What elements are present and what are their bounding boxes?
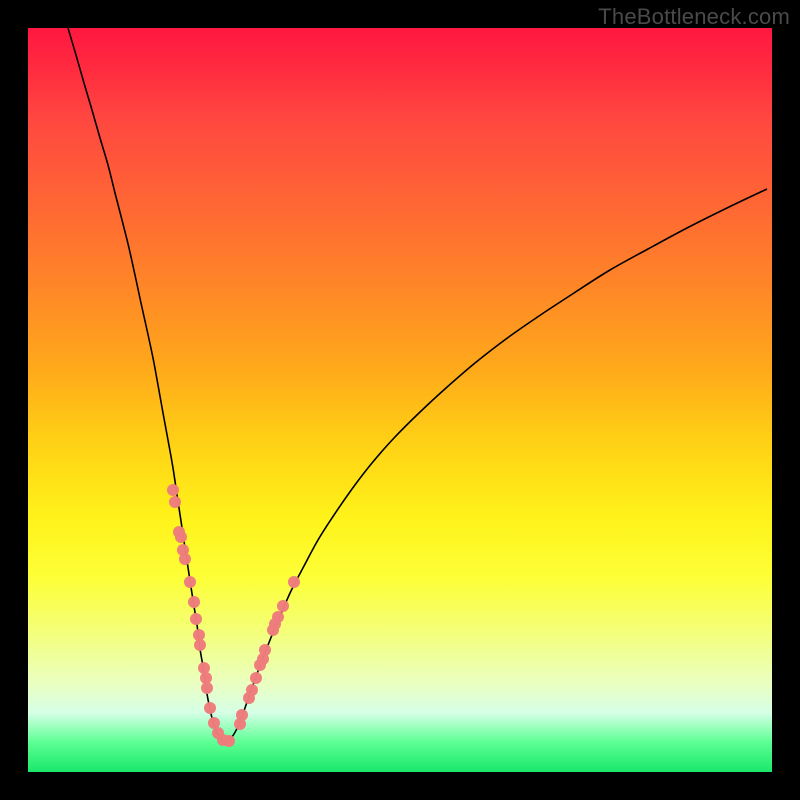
- chart-frame: TheBottleneck.com: [0, 0, 800, 800]
- watermark-link[interactable]: TheBottleneck.com: [598, 4, 790, 30]
- chart-plot-area: [28, 28, 772, 772]
- bottleneck-chart-image: TheBottleneck.com: [0, 0, 800, 800]
